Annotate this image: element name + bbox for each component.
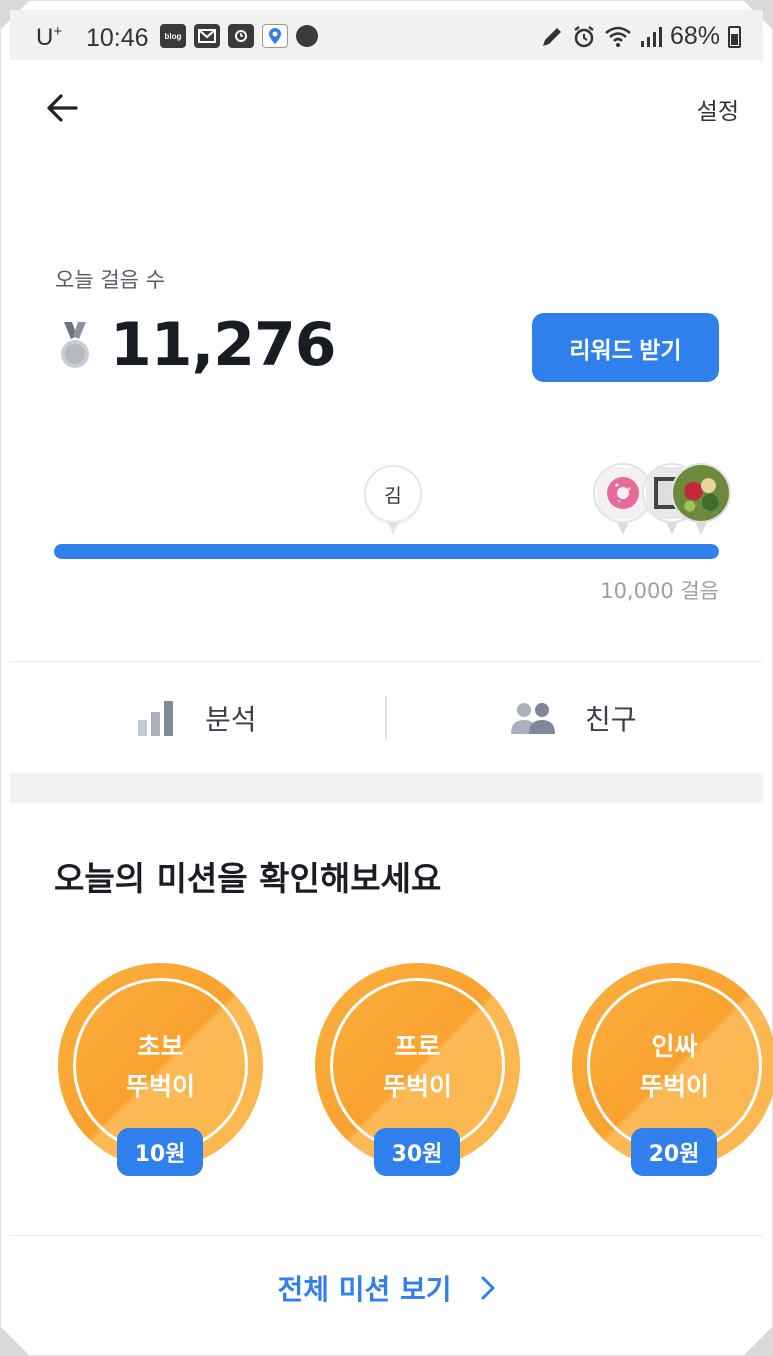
mission-card[interactable]: 프로 뚜벅이 30원 [315,963,520,1178]
my-marker-label: 김 [364,465,422,523]
mail-icon [194,24,220,48]
alarm-icon [574,25,594,47]
users-icon [511,703,555,734]
mission-reward: 10원 [117,1128,203,1176]
tab-analysis[interactable]: 분석 [137,690,257,746]
mission-reward: 20원 [631,1128,717,1176]
mission-name: 초보 뚜벅이 [58,1027,263,1107]
pen-icon [542,27,561,46]
step-progress-bar [54,544,719,559]
mission-name-line1: 프로 [394,1032,441,1061]
status-time: 10:46 [86,24,149,52]
chat-icon [296,25,318,47]
status-right: 68% [540,22,741,51]
reward-button[interactable]: 리워드 받기 [532,313,719,382]
section-separator [10,773,763,803]
step-count: 11,276 [110,310,337,380]
friend-marker[interactable] [669,461,733,541]
mission-name-line2: 뚜벅이 [639,1072,709,1101]
blog-icon: blog [160,24,186,48]
carrier-text: U [36,24,54,51]
carrier-label: U+ [36,23,62,52]
calendar-icon [228,24,254,48]
view-all-missions-link[interactable]: 전체 미션 보기 [0,1268,773,1308]
mission-name: 프로 뚜벅이 [315,1027,520,1107]
tab-friends-label: 친구 [585,703,637,736]
mission-name-line2: 뚜벅이 [125,1072,195,1101]
mission-name-line1: 초보 [137,1032,184,1061]
chevron-right-icon [481,1276,495,1300]
mission-card[interactable]: 초보 뚜벅이 10원 [58,963,263,1178]
bar-chart-icon [138,701,173,736]
view-all-label: 전체 미션 보기 [277,1273,452,1306]
notification-icons: blog [160,24,318,48]
divider [10,1235,763,1236]
carrier-sup: + [53,23,63,40]
mission-name-line2: 뚜벅이 [382,1072,452,1101]
arrow-left-icon[interactable] [44,90,80,126]
status-bar: U+ 10:46 blog 68% [10,10,763,60]
signal-icon [640,26,662,47]
friend-avatar [671,463,731,523]
divider [10,661,763,662]
battery-percent: 68% [669,22,720,50]
map-pin-icon [262,24,288,48]
mission-name-line1: 인싸 [651,1032,698,1061]
corner-decoration [743,1326,773,1356]
wifi-icon [605,26,631,47]
mission-card[interactable]: 인싸 뚜벅이 20원 [572,963,773,1178]
tab-divider [385,696,387,740]
steps-label: 오늘 걸음 수 [55,268,165,292]
missions-title: 오늘의 미션을 확인해보세요 [54,859,442,898]
tab-analysis-label: 분석 [205,703,257,736]
mission-reward: 30원 [374,1128,460,1176]
progress-fill [54,544,719,559]
battery-icon [728,25,741,48]
my-progress-marker: 김 [360,461,426,541]
mission-name: 인싸 뚜벅이 [572,1027,773,1107]
tab-friends[interactable]: 친구 [511,690,637,746]
goal-label: 10,000 걸음 [600,579,719,603]
settings-button[interactable]: 설정 [697,92,739,126]
corner-decoration [0,1326,30,1356]
medal-icon [61,322,89,368]
